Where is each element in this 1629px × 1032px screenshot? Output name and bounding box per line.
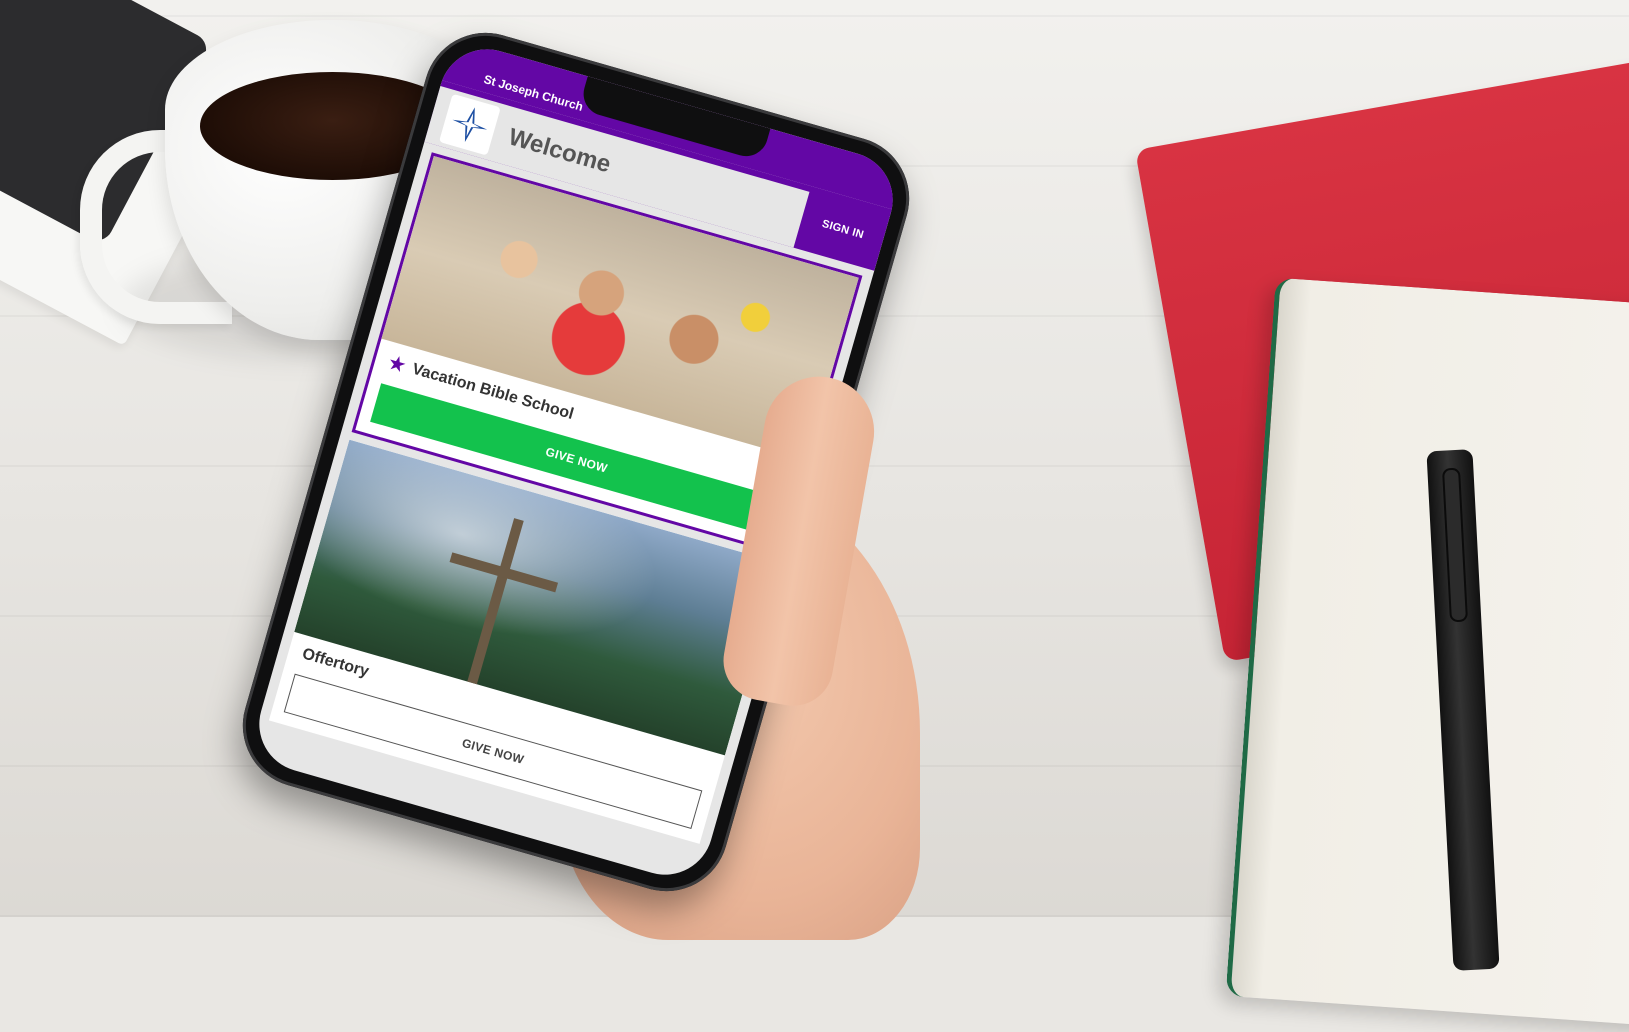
cross-post <box>467 518 524 685</box>
cream-notebook <box>1225 277 1629 1032</box>
sign-in-button[interactable]: SIGN IN <box>814 215 871 244</box>
star-icon: ★ <box>386 352 408 376</box>
cross-logo-icon <box>452 107 488 142</box>
